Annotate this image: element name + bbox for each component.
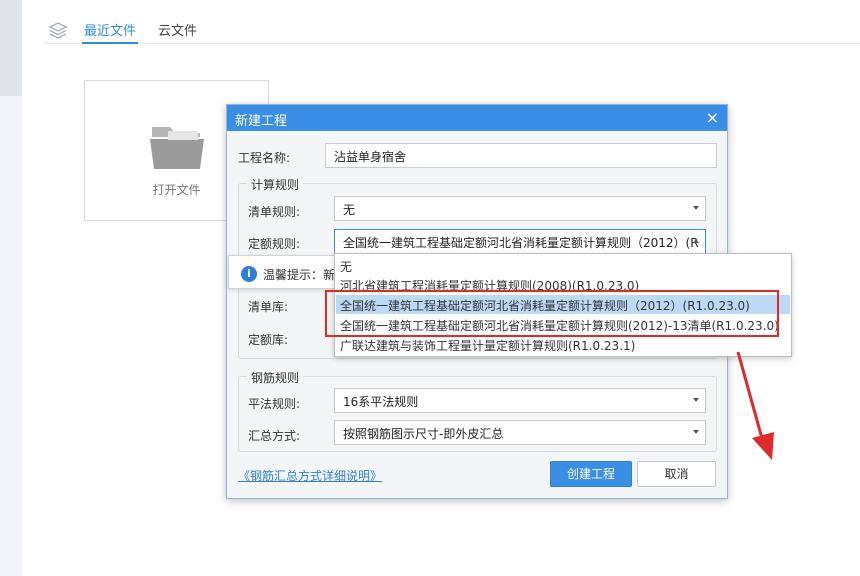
bill-rule-value: 无 <box>343 203 356 217</box>
quota-lib-label: 定额库: <box>248 333 289 347</box>
flat-rule-value: 16系平法规则 <box>343 395 419 409</box>
tab-cloud-files[interactable]: 云文件 <box>158 20 197 44</box>
calc-rules-title: 计算规则 <box>247 176 304 193</box>
dropdown-option[interactable]: 广联达建筑与装饰工程量计量定额计算规则(R1.0.23.1) <box>336 335 790 354</box>
project-name-label: 工程名称: <box>238 151 291 165</box>
summary-method-label: 汇总方式: <box>248 429 301 443</box>
info-icon: i <box>241 266 257 282</box>
rebar-summary-help-link[interactable]: 《钢筋汇总方式详细说明》 <box>238 467 382 484</box>
chevron-down-icon <box>693 430 699 434</box>
tip-text: 温馨提示：新 <box>263 268 336 282</box>
chevron-up-icon <box>693 239 699 243</box>
red-arrow-annotation <box>736 351 774 460</box>
left-panel-strip <box>0 0 22 576</box>
project-name-input[interactable]: 沾益单身宿舍 <box>325 143 717 168</box>
close-icon[interactable]: × <box>706 108 719 127</box>
bill-rule-select[interactable]: 无 <box>334 196 706 221</box>
dialog-title-bar: 新建工程 × <box>227 105 727 131</box>
tip-popup: i 温馨提示：新 <box>228 255 340 289</box>
chevron-down-icon <box>693 206 699 210</box>
folder-icon <box>150 127 204 169</box>
cancel-button[interactable]: 取消 <box>637 461 716 487</box>
dropdown-option[interactable]: 无 <box>336 256 790 275</box>
bill-rule-label: 清单规则: <box>248 205 301 219</box>
flat-rule-select[interactable]: 16系平法规则 <box>334 388 706 413</box>
tab-recent-files[interactable]: 最近文件 <box>82 20 139 44</box>
layers-icon <box>48 22 68 39</box>
create-project-button[interactable]: 创建工程 <box>550 461 632 487</box>
summary-method-select[interactable]: 按照钢筋图示尺寸-即外皮汇总 <box>334 420 706 445</box>
file-tab-bar: 最近文件 云文件 <box>44 14 860 44</box>
quota-rule-label: 定额规则: <box>248 237 301 251</box>
chevron-down-icon <box>693 398 699 402</box>
rebar-rules-title: 钢筋规则 <box>247 369 304 386</box>
flat-rule-label: 平法规则: <box>248 397 301 411</box>
summary-method-value: 按照钢筋图示尺寸-即外皮汇总 <box>343 427 504 441</box>
dialog-title: 新建工程 <box>235 114 288 129</box>
bill-lib-label: 清单库: <box>248 300 289 314</box>
highlight-annotation-box <box>325 290 779 337</box>
left-scroll-thumb[interactable] <box>0 0 22 96</box>
quota-rule-value: 全国统一建筑工程基础定额河北省消耗量定额计算规则（2012）(R <box>343 236 699 250</box>
quota-rule-select[interactable]: 全国统一建筑工程基础定额河北省消耗量定额计算规则（2012）(R <box>334 229 706 254</box>
